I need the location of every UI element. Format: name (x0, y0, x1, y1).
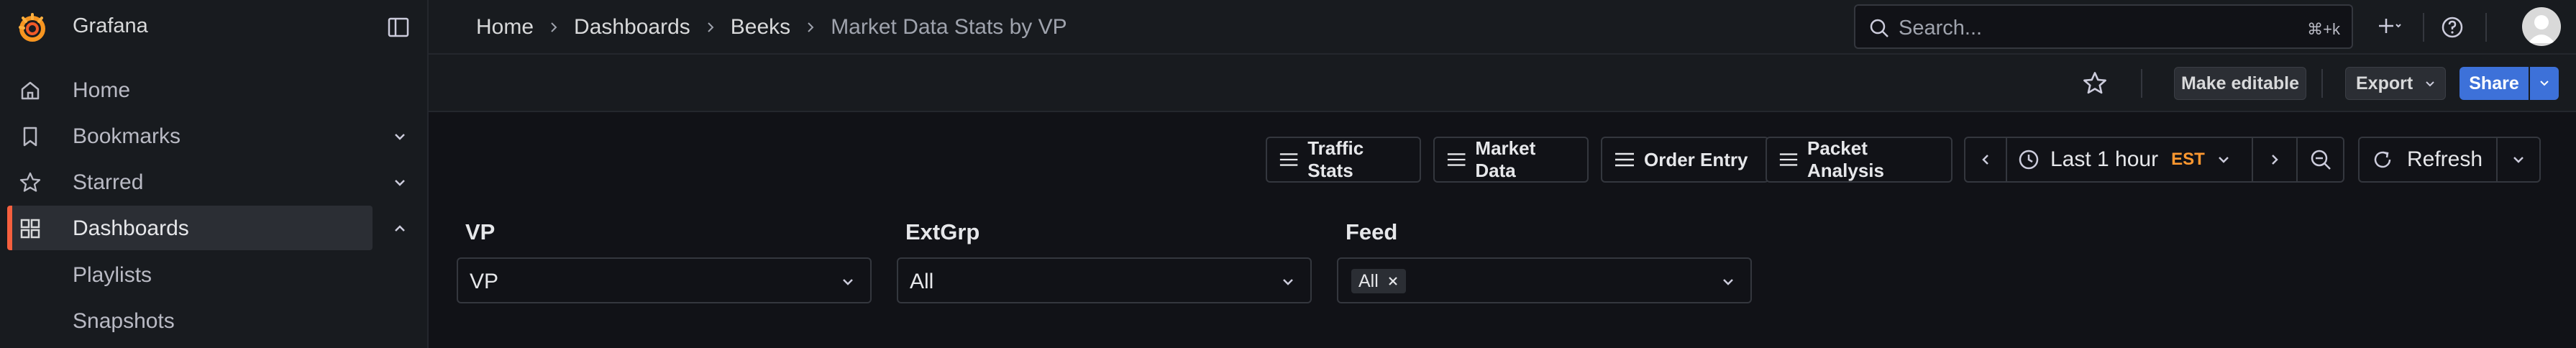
breadcrumb: Home Dashboards Beeks Market Data Stats … (476, 13, 1067, 42)
help-icon[interactable] (2439, 14, 2465, 40)
sidebar-item-snapshots[interactable]: Snapshots (73, 309, 175, 334)
chevron-up-icon[interactable] (391, 221, 408, 236)
sidebar-item-label: Bookmarks (73, 124, 181, 148)
chevron-down-icon (2540, 81, 2549, 86)
dashboards-grid-icon (20, 219, 40, 239)
share-button[interactable]: Share (2459, 67, 2529, 100)
grafana-logo-icon[interactable] (16, 12, 49, 45)
variable-select-extgrp[interactable]: All (897, 257, 1312, 303)
toolbar-divider (2423, 13, 2424, 42)
toolbar-divider (2141, 69, 2142, 98)
search-shortcut: ⌘+k (2307, 20, 2340, 38)
variable-label-feed: Feed (1346, 219, 1398, 244)
sidebar-item-home[interactable]: Home (0, 68, 429, 112)
refresh-group: Refresh (2358, 137, 2541, 183)
variable-label-extgrp: ExtGrp (905, 219, 980, 244)
selected-tag: All (1351, 269, 1406, 293)
timezone-badge: EST (2171, 150, 2205, 169)
side-menu: Grafana Home Bookmarks Starred Dashboard… (0, 0, 429, 348)
time-range-picker[interactable]: Last 1 hour EST (2007, 138, 2252, 181)
chevron-down-icon (2513, 157, 2524, 163)
chevron-left-icon (1982, 155, 1988, 165)
brand-name: Grafana (73, 14, 148, 37)
dock-menu-icon[interactable] (387, 16, 410, 39)
toolbar-divider (2485, 13, 2487, 42)
breadcrumb-home[interactable]: Home (476, 15, 534, 40)
dashboard-toolbar: Make editable Export Share (429, 55, 2576, 112)
search-icon (1870, 19, 1888, 37)
refresh-interval-dropdown[interactable] (2498, 138, 2539, 181)
link-label: Market Data (1475, 137, 1536, 181)
chevron-right-icon (708, 22, 714, 32)
sidebar-item-dashboards[interactable]: Dashboards (0, 206, 429, 250)
star-icon (19, 172, 41, 192)
search-placeholder: Search... (1899, 17, 1983, 40)
clock-icon (2019, 150, 2039, 170)
sidebar-item-bookmarks[interactable]: Bookmarks (0, 114, 429, 158)
sidebar-item-playlists[interactable]: Playlists (73, 263, 152, 288)
make-editable-button[interactable]: Make editable (2174, 67, 2306, 100)
link-label: Order Entry (1644, 148, 1748, 170)
time-shift-back-button[interactable] (1965, 138, 2006, 181)
variable-value: All (910, 270, 934, 293)
variable-select-feed[interactable]: All (1337, 257, 1752, 303)
zoom-out-icon (2311, 150, 2331, 170)
chevron-down-icon (2218, 157, 2229, 163)
menu-lines-icon (1779, 153, 1798, 166)
home-icon (21, 81, 40, 100)
breadcrumb-dashboards[interactable]: Dashboards (574, 15, 690, 40)
link-label: Traffic Stats (1307, 137, 1364, 181)
new-plus-icon[interactable] (2376, 14, 2402, 40)
tag-label: All (1358, 270, 1379, 291)
variable-label-vp: VP (465, 219, 495, 244)
active-item-indicator (7, 206, 12, 250)
breadcrumb-current-dashboard: Market Data Stats by VP (831, 15, 1067, 39)
sidebar-item-label: Starred (73, 170, 144, 194)
variable-value: VP (470, 270, 499, 293)
star-icon[interactable] (2082, 70, 2108, 96)
link-traffic-stats[interactable]: Traffic Stats (1266, 137, 1421, 183)
sidebar-item-starred[interactable]: Starred (0, 160, 429, 204)
search-input[interactable]: Search... ⌘+k (1854, 4, 2353, 49)
menu-lines-icon (1615, 152, 1634, 167)
chevron-down-icon (843, 279, 853, 285)
chevron-down-icon[interactable] (391, 175, 408, 190)
variable-select-vp[interactable]: VP (457, 257, 872, 303)
time-picker-group: Last 1 hour EST (1964, 137, 2344, 183)
refresh-label: Refresh (2407, 147, 2483, 171)
bookmark-icon (23, 127, 37, 147)
sidebar-item-label: Dashboards (73, 216, 189, 240)
user-avatar-icon (2528, 15, 2555, 43)
refresh-icon (2374, 151, 2391, 168)
chevron-down-icon (2426, 81, 2434, 87)
breadcrumb-folder[interactable]: Beeks (731, 15, 790, 40)
chevron-down-icon[interactable] (391, 129, 408, 144)
sidebar-item-label: Home (73, 78, 131, 102)
refresh-button[interactable]: Refresh (2360, 138, 2496, 181)
chevron-right-icon (808, 22, 814, 32)
time-range-label: Last 1 hour (2050, 147, 2159, 171)
menu-lines-icon (1447, 153, 1466, 166)
toolbar-divider (2321, 69, 2323, 98)
zoom-out-button[interactable] (2298, 138, 2343, 181)
link-label: Packet Analysis (1807, 137, 1884, 181)
link-order-entry[interactable]: Order Entry (1601, 137, 1769, 183)
sidebar-header: Grafana (0, 0, 429, 55)
top-bar: Home Dashboards Beeks Market Data Stats … (429, 0, 2576, 55)
chevron-right-icon (551, 22, 557, 32)
share-dropdown-button[interactable] (2530, 67, 2559, 100)
remove-tag-icon[interactable] (1387, 275, 1399, 287)
export-button[interactable]: Export (2345, 67, 2446, 100)
chevron-down-icon (1283, 279, 1293, 285)
menu-lines-icon (1279, 153, 1298, 166)
time-shift-forward-button[interactable] (2253, 138, 2296, 181)
avatar[interactable] (2522, 7, 2561, 46)
link-market-data[interactable]: Market Data (1433, 137, 1589, 183)
chevron-down-icon (1723, 279, 1733, 285)
active-item-background (7, 206, 373, 250)
export-label: Export (2356, 73, 2413, 93)
link-packet-analysis[interactable]: Packet Analysis (1766, 137, 1952, 183)
chevron-right-icon (2272, 155, 2278, 165)
